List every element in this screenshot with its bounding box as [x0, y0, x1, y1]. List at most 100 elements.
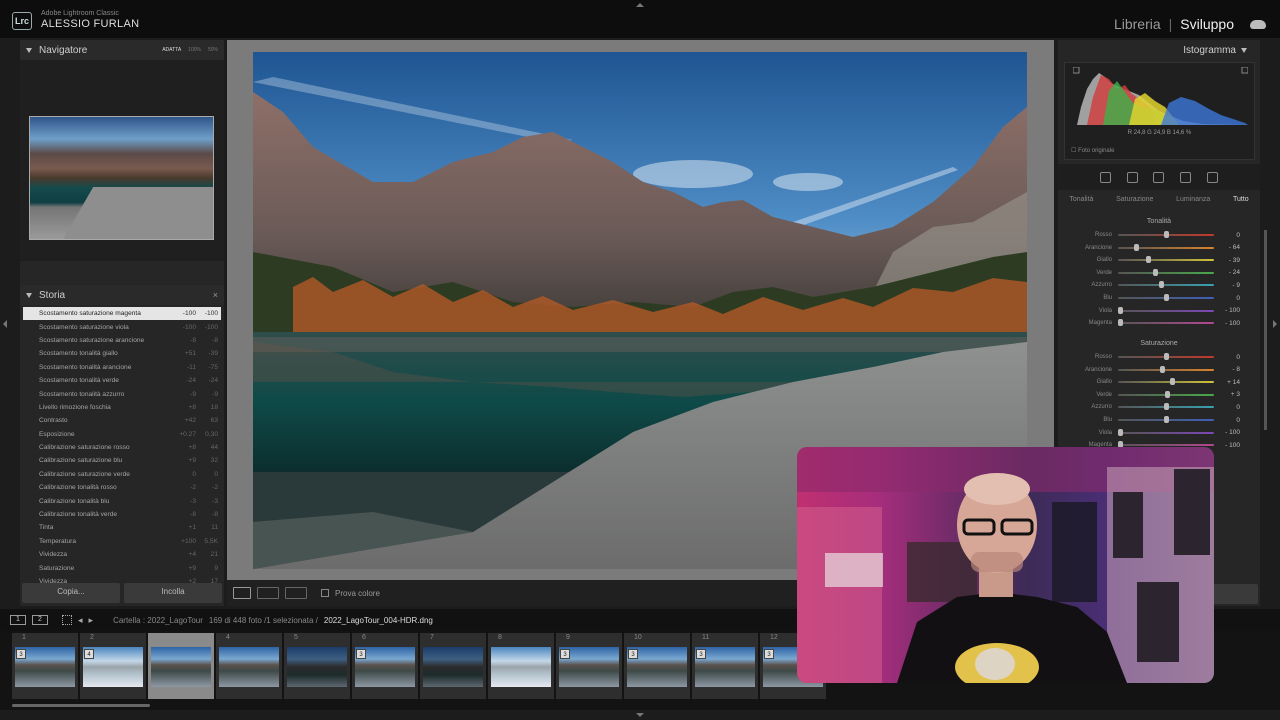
saturation-slider[interactable]: [1118, 365, 1214, 373]
tab-luminance[interactable]: Luminanza: [1176, 196, 1210, 212]
saturation-slider-thumb[interactable]: [1164, 390, 1170, 398]
loupe-view-icon[interactable]: [233, 587, 251, 599]
saturation-slider[interactable]: [1118, 441, 1214, 449]
hue-slider[interactable]: [1118, 243, 1214, 251]
forward-arrow-icon[interactable]: ▸: [89, 615, 94, 626]
hue-slider[interactable]: [1118, 281, 1214, 289]
filmstrip-frame[interactable]: 5: [284, 633, 350, 699]
filmstrip-scrollbar[interactable]: [12, 704, 150, 707]
history-item[interactable]: Scostamento tonalità arancione -11 -75: [23, 361, 221, 374]
right-panel-toggle-icon[interactable]: [1273, 320, 1277, 328]
left-panel-toggle-icon[interactable]: [3, 320, 7, 328]
saturation-slider-value[interactable]: + 3: [1214, 391, 1240, 398]
saturation-slider-thumb[interactable]: [1163, 353, 1169, 360]
hue-slider-value[interactable]: - 64: [1214, 244, 1240, 251]
tab-hue[interactable]: Tonalità: [1069, 196, 1093, 212]
folder-path[interactable]: Cartella : 2022_LagoTour: [113, 616, 203, 625]
filmstrip-frame[interactable]: 7: [420, 633, 486, 699]
saturation-slider[interactable]: [1118, 428, 1214, 436]
sliders-icon[interactable]: [1099, 171, 1111, 183]
file-name[interactable]: 2022_LagoTour_004-HDR.dng: [324, 616, 433, 625]
hue-slider-value[interactable]: - 9: [1214, 282, 1240, 289]
hue-slider[interactable]: [1118, 268, 1214, 276]
hue-slider[interactable]: [1118, 294, 1214, 301]
history-item[interactable]: Livello rimozione foschia +8 18: [23, 401, 221, 414]
tab-all[interactable]: Tutto: [1233, 196, 1249, 212]
healing-icon[interactable]: [1126, 171, 1138, 183]
saturation-slider-value[interactable]: 0: [1214, 417, 1240, 424]
saturation-slider[interactable]: [1118, 353, 1214, 360]
hue-slider-thumb[interactable]: [1118, 306, 1123, 314]
saturation-slider[interactable]: [1118, 378, 1214, 386]
brush-icon[interactable]: [1153, 171, 1165, 183]
zoom-50[interactable]: 50%: [208, 47, 218, 53]
mask-icon[interactable]: [1207, 171, 1219, 183]
module-library[interactable]: Libreria: [1114, 16, 1161, 32]
filmstrip-frame[interactable]: 11 3: [692, 633, 758, 699]
saturation-slider-value[interactable]: - 100: [1214, 442, 1240, 449]
hue-slider-value[interactable]: - 100: [1214, 320, 1240, 327]
history-item[interactable]: Scostamento saturazione arancione -8 -8: [23, 334, 221, 347]
hue-slider-thumb[interactable]: [1152, 268, 1158, 276]
saturation-slider-thumb[interactable]: [1159, 365, 1165, 373]
saturation-slider-value[interactable]: - 8: [1214, 366, 1240, 373]
navigator-preview[interactable]: [29, 116, 214, 240]
before-after-icon[interactable]: [257, 587, 279, 599]
hue-slider-value[interactable]: 0: [1214, 295, 1240, 302]
history-item[interactable]: Scostamento tonalità verde -24 -24: [23, 374, 221, 387]
history-item[interactable]: Scostamento saturazione viola -100 -100: [23, 320, 221, 333]
hue-slider[interactable]: [1118, 256, 1214, 264]
saturation-slider-thumb[interactable]: [1118, 428, 1123, 436]
back-arrow-icon[interactable]: ◂: [78, 615, 83, 626]
hue-slider[interactable]: [1118, 306, 1214, 314]
right-panel-scrollbar[interactable]: [1264, 230, 1267, 430]
history-item[interactable]: Scostamento tonalità giallo +51 -39: [23, 347, 221, 360]
saturation-slider-thumb[interactable]: [1169, 378, 1175, 386]
history-item[interactable]: Scostamento saturazione magenta -100 -100: [23, 307, 221, 321]
cloud-icon[interactable]: [1250, 19, 1266, 29]
filmstrip-frame[interactable]: 3: [148, 633, 214, 699]
hue-slider-value[interactable]: - 100: [1214, 307, 1240, 314]
history-item[interactable]: Calibrazione saturazione rosso +8 44: [23, 441, 221, 454]
filmstrip-frame[interactable]: 10 3: [624, 633, 690, 699]
history-header[interactable]: Storia ×: [20, 285, 224, 305]
hue-slider-thumb[interactable]: [1118, 319, 1123, 327]
saturation-slider-thumb[interactable]: [1163, 403, 1169, 411]
filmstrip-frame[interactable]: 24: [80, 633, 146, 699]
clear-history-icon[interactable]: ×: [213, 290, 218, 300]
zoom-fit[interactable]: ADATTA: [162, 47, 181, 53]
saturation-slider-value[interactable]: 0: [1214, 404, 1240, 411]
hue-slider-thumb[interactable]: [1163, 294, 1169, 301]
hue-slider-value[interactable]: - 24: [1214, 269, 1240, 276]
hue-slider[interactable]: [1118, 319, 1214, 327]
saturation-slider-thumb[interactable]: [1163, 416, 1169, 423]
original-photo-toggle[interactable]: ☐ Foto originale: [1071, 147, 1114, 154]
history-item[interactable]: Calibrazione tonalità verde -8 -8: [23, 508, 221, 521]
paste-button[interactable]: Incolla: [124, 583, 222, 603]
hue-slider-thumb[interactable]: [1163, 231, 1169, 238]
hue-slider-thumb[interactable]: [1159, 281, 1165, 289]
saturation-slider[interactable]: [1118, 390, 1214, 398]
saturation-slider[interactable]: [1118, 403, 1214, 411]
filmstrip-frame[interactable]: 4: [216, 633, 282, 699]
module-develop[interactable]: Sviluppo: [1180, 16, 1234, 32]
history-item[interactable]: Esposizione +0.27 0,30: [23, 428, 221, 441]
tab-saturation[interactable]: Saturazione: [1116, 196, 1153, 212]
saturation-slider-value[interactable]: 0: [1214, 354, 1240, 361]
histogram[interactable]: R 24,8 G 24,9 B 14,6 % ☐ Foto originale: [1064, 62, 1255, 160]
red-eye-icon[interactable]: [1180, 171, 1192, 183]
bottom-panel-toggle-icon[interactable]: [636, 713, 644, 717]
main-screen-button[interactable]: 1: [10, 615, 26, 625]
saturation-slider-value[interactable]: - 100: [1214, 429, 1240, 436]
navigator-header[interactable]: Navigatore ADATTA 100% 50%: [20, 40, 224, 60]
before-after-swap-icon[interactable]: [285, 587, 307, 599]
history-item[interactable]: Calibrazione tonalità blu -3 -3: [23, 494, 221, 507]
history-item[interactable]: Vividezza +4 21: [23, 548, 221, 561]
filmstrip-frame[interactable]: 13: [12, 633, 78, 699]
hue-slider-value[interactable]: - 39: [1214, 257, 1240, 264]
hue-slider[interactable]: [1118, 231, 1214, 238]
hue-slider-thumb[interactable]: [1145, 256, 1151, 264]
copy-button[interactable]: Copia...: [22, 583, 120, 603]
history-item[interactable]: Tinta +1 11: [23, 521, 221, 534]
top-panel-toggle-icon[interactable]: [636, 3, 644, 7]
